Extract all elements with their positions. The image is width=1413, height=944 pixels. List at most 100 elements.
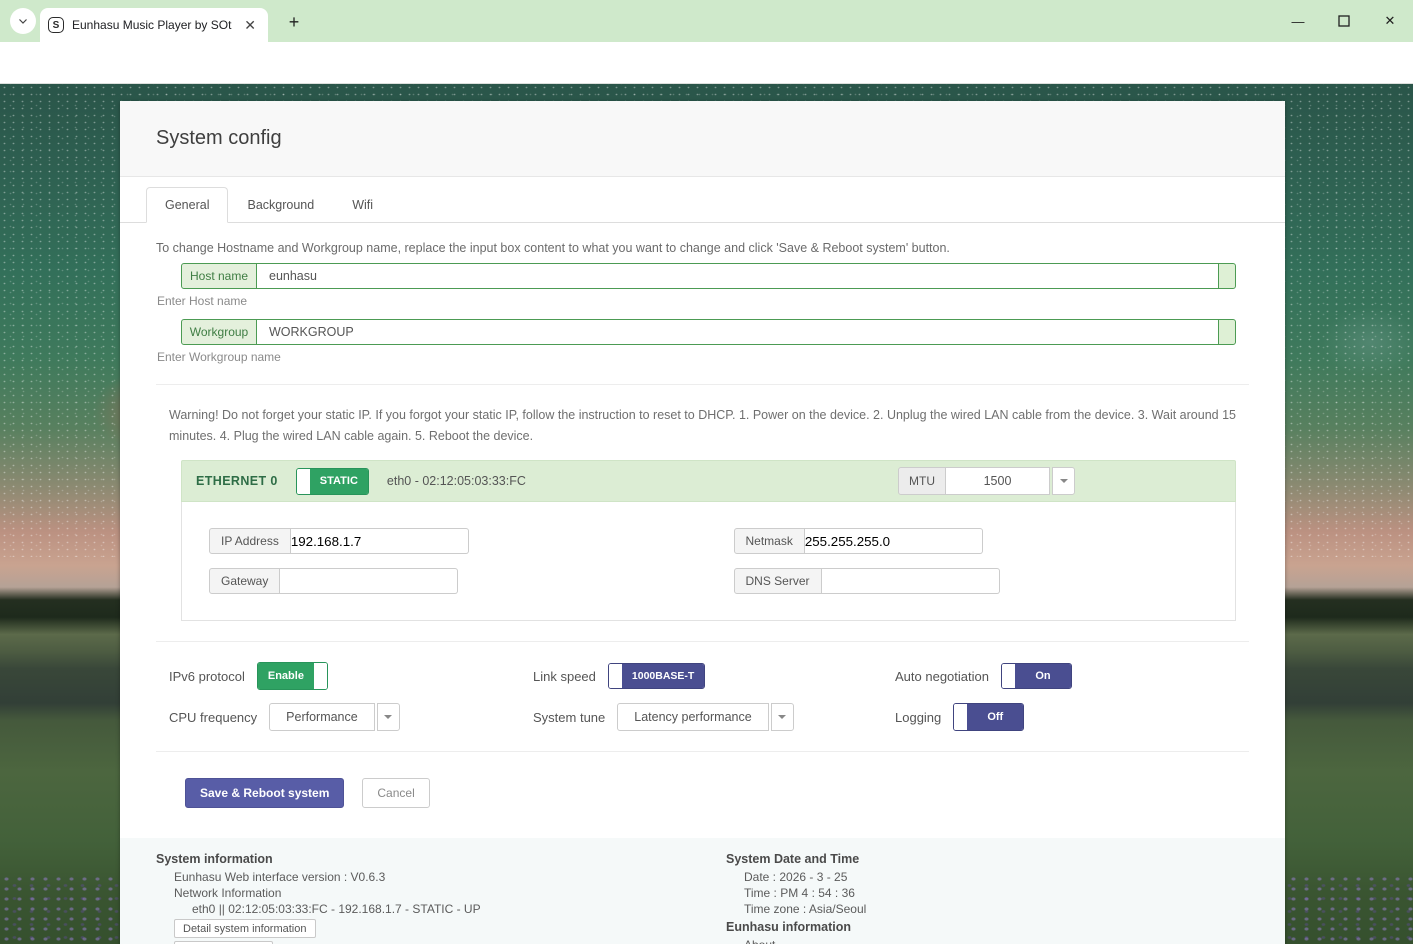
- ethernet-mac: eth0 - 02:12:05:03:33:FC: [387, 474, 526, 488]
- workgroup-help: Enter Workgroup name: [157, 350, 1249, 364]
- hostname-instruction: To change Hostname and Workgroup name, r…: [156, 241, 1249, 255]
- logging-value: Off: [967, 704, 1023, 730]
- gateway-label: Gateway: [209, 568, 280, 594]
- tab-search-button[interactable]: [10, 8, 36, 34]
- static-toggle-label: STATIC: [310, 469, 368, 494]
- browser-tabstrip: S Eunhasu Music Player by SOtM ✕ + — ✕: [0, 0, 1413, 42]
- card-footer: System information Eunhasu Web interface…: [120, 838, 1285, 944]
- toggle-knob: [954, 704, 967, 730]
- hostname-label: Host name: [181, 263, 257, 289]
- cpu-frequency-value: Performance: [269, 703, 375, 731]
- page-title: System config: [156, 127, 282, 150]
- toggle-knob: [1002, 664, 1015, 688]
- date-line: Date : 2026 - 3 - 25: [744, 870, 866, 884]
- tab-close-icon[interactable]: ✕: [240, 16, 260, 34]
- workgroup-addon: [1218, 319, 1236, 345]
- caret-down-icon: [384, 715, 392, 719]
- window-maximize-button[interactable]: [1321, 0, 1367, 42]
- system-tune-dropdown-button[interactable]: [771, 703, 794, 731]
- save-reboot-button[interactable]: Save & Reboot system: [185, 778, 344, 808]
- ethernet-header: ETHERNET 0 STATIC eth0 - 02:12:05:03:33:…: [181, 460, 1236, 502]
- maximize-icon: [1338, 15, 1350, 27]
- dns-server-group: DNS Server: [734, 568, 1222, 594]
- static-ip-warning: Warning! Do not forget your static IP. I…: [169, 405, 1249, 446]
- tab-wifi[interactable]: Wifi: [333, 187, 392, 223]
- ipv6-toggle[interactable]: Enable: [257, 662, 328, 690]
- ip-address-input[interactable]: [291, 528, 469, 554]
- toggle-knob: [297, 469, 310, 494]
- hostname-addon: [1218, 263, 1236, 289]
- eunhasu-information-title: Eunhasu information: [726, 920, 866, 934]
- window-close-button[interactable]: ✕: [1367, 0, 1413, 42]
- logging-label: Logging: [895, 710, 941, 725]
- ethernet-body: IP Address Netmask Gateway DNS Server: [181, 502, 1236, 621]
- tab-general[interactable]: General: [146, 187, 228, 223]
- static-dhcp-toggle[interactable]: STATIC: [296, 468, 369, 495]
- ipv6-value: Enable: [258, 663, 314, 689]
- mtu-group: MTU: [898, 467, 1075, 495]
- detail-system-information-button[interactable]: Detail system information: [174, 919, 316, 938]
- system-tune-label: System tune: [533, 710, 605, 725]
- system-date-time-title: System Date and Time: [726, 852, 866, 866]
- toggle-knob: [314, 663, 327, 689]
- netmask-group: Netmask: [734, 528, 1222, 554]
- auto-negotiation-toggle[interactable]: On: [1001, 663, 1072, 689]
- cpu-frequency-label: CPU frequency: [169, 710, 257, 725]
- site-favicon-icon: S: [48, 17, 64, 33]
- workgroup-label: Workgroup: [181, 319, 257, 345]
- netmask-input[interactable]: [805, 528, 983, 554]
- link-speed-value: 1000BASE-T: [622, 664, 704, 688]
- browser-toolbar: Not secure 192.168.0.39/sysconfig.php D: [0, 42, 1413, 84]
- gateway-input[interactable]: [280, 568, 458, 594]
- time-line: Time : PM 4 : 54 : 36: [744, 886, 866, 900]
- dns-server-label: DNS Server: [734, 568, 822, 594]
- link-speed-toggle[interactable]: 1000BASE-T: [608, 663, 705, 689]
- hostname-input[interactable]: [257, 263, 1218, 289]
- system-tune-value: Latency performance: [617, 703, 768, 731]
- auto-negotiation-label: Auto negotiation: [895, 669, 989, 684]
- netmask-label: Netmask: [734, 528, 805, 554]
- chevron-down-icon: [17, 15, 29, 27]
- mtu-input[interactable]: [946, 467, 1050, 495]
- dns-server-input[interactable]: [822, 568, 1000, 594]
- system-information-title: System information: [156, 852, 726, 866]
- system-tune-select[interactable]: Latency performance: [617, 703, 793, 731]
- link-speed-label: Link speed: [533, 669, 596, 684]
- action-buttons: Save & Reboot system Cancel: [185, 778, 1249, 808]
- caret-down-icon: [1060, 479, 1068, 483]
- auto-negotiation-value: On: [1015, 664, 1071, 688]
- new-tab-button[interactable]: +: [282, 10, 306, 34]
- window-minimize-button[interactable]: —: [1275, 0, 1321, 42]
- gateway-group: Gateway: [209, 568, 697, 594]
- cpu-frequency-dropdown-button[interactable]: [377, 703, 400, 731]
- hostname-group: Host name: [181, 263, 1236, 289]
- network-detail: eth0 || 02:12:05:03:33:FC - 192.168.1.7 …: [192, 902, 726, 916]
- caret-down-icon: [778, 715, 786, 719]
- hostname-help: Enter Host name: [157, 294, 1249, 308]
- ip-address-group: IP Address: [209, 528, 697, 554]
- tab-background[interactable]: Background: [228, 187, 333, 223]
- browser-tab[interactable]: S Eunhasu Music Player by SOtM ✕: [40, 8, 268, 42]
- cancel-button[interactable]: Cancel: [362, 778, 429, 808]
- cpu-frequency-select[interactable]: Performance: [269, 703, 400, 731]
- tab-title: Eunhasu Music Player by SOtM: [72, 18, 232, 32]
- divider: [156, 641, 1249, 642]
- ethernet-section: ETHERNET 0 STATIC eth0 - 02:12:05:03:33:…: [181, 460, 1236, 621]
- logging-toggle[interactable]: Off: [953, 703, 1024, 731]
- workgroup-input[interactable]: [257, 319, 1218, 345]
- ipv6-label: IPv6 protocol: [169, 669, 245, 684]
- timezone-line: Time zone : Asia/Seoul: [744, 902, 866, 916]
- network-information-title: Network Information: [174, 886, 726, 900]
- options-grid: IPv6 protocol Enable Link speed 1000BASE…: [169, 662, 1249, 731]
- mtu-dropdown-button[interactable]: [1052, 467, 1075, 495]
- workgroup-group: Workgroup: [181, 319, 1236, 345]
- tabs-row: General Background Wifi: [120, 177, 1285, 223]
- web-interface-version: Eunhasu Web interface version : V0.6.3: [174, 870, 726, 884]
- sysconfig-card: System config General Background Wifi To…: [120, 101, 1285, 944]
- about-link[interactable]: About: [744, 938, 866, 944]
- divider: [156, 751, 1249, 752]
- ip-address-label: IP Address: [209, 528, 291, 554]
- ethernet-title: ETHERNET 0: [196, 474, 278, 488]
- card-header: System config: [120, 101, 1285, 177]
- toggle-knob: [609, 664, 622, 688]
